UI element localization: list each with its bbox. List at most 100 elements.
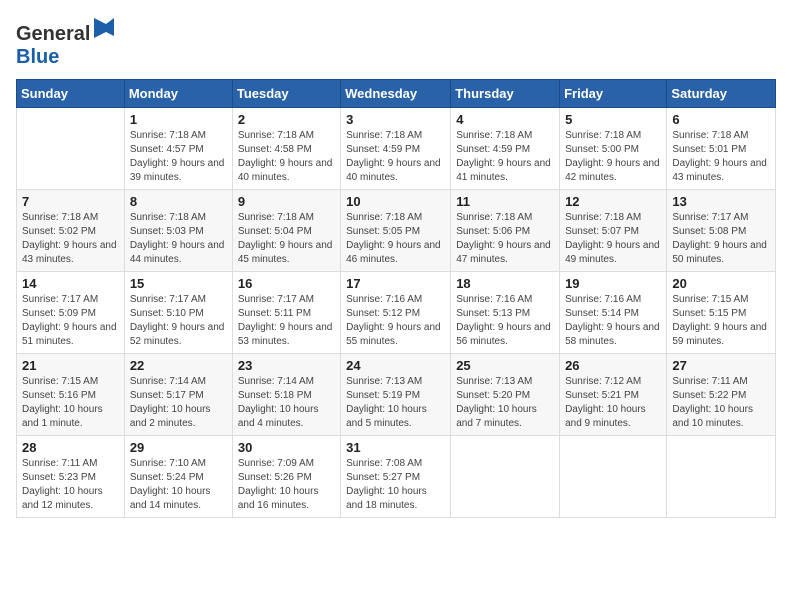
day-info: Sunrise: 7:14 AMSunset: 5:17 PMDaylight:… — [130, 375, 227, 431]
calendar-cell: 22 Sunrise: 7:14 AMSunset: 5:17 PMDayligh… — [124, 354, 232, 436]
day-info: Sunrise: 7:18 AMSunset: 5:01 PMDaylight:… — [672, 129, 770, 185]
day-info: Sunrise: 7:17 AMSunset: 5:11 PMDaylight:… — [238, 293, 335, 349]
day-info: Sunrise: 7:12 AMSunset: 5:21 PMDaylight:… — [565, 375, 661, 431]
calendar-cell: 10 Sunrise: 7:18 AMSunset: 5:05 PMDayligh… — [341, 190, 451, 272]
day-number: 15 — [130, 276, 227, 291]
day-info: Sunrise: 7:18 AMSunset: 4:58 PMDaylight:… — [238, 129, 335, 185]
day-info: Sunrise: 7:14 AMSunset: 5:18 PMDaylight:… — [238, 375, 335, 431]
col-header-thursday: Thursday — [451, 80, 560, 108]
logo-flag-icon — [92, 16, 116, 40]
calendar-cell: 21 Sunrise: 7:15 AMSunset: 5:16 PMDayligh… — [17, 354, 125, 436]
day-number: 13 — [672, 194, 770, 209]
calendar-cell: 9 Sunrise: 7:18 AMSunset: 5:04 PMDaylight… — [232, 190, 340, 272]
calendar-cell: 17Sunrise: 7:16 AMSunset: 5:12 PMDayligh… — [341, 272, 451, 354]
calendar-cell — [17, 108, 125, 190]
day-number: 16 — [238, 276, 335, 291]
calendar-cell: 30Sunrise: 7:09 AMSunset: 5:26 PMDayligh… — [232, 436, 340, 518]
calendar-week-row: 21 Sunrise: 7:15 AMSunset: 5:16 PMDayligh… — [17, 354, 776, 436]
calendar-cell — [451, 436, 560, 518]
calendar-cell: 19 Sunrise: 7:16 AMSunset: 5:14 PMDayligh… — [560, 272, 667, 354]
calendar-cell: 6 Sunrise: 7:18 AMSunset: 5:01 PMDaylight… — [667, 108, 776, 190]
day-number: 14 — [22, 276, 119, 291]
calendar-cell: 16 Sunrise: 7:17 AMSunset: 5:11 PMDayligh… — [232, 272, 340, 354]
calendar-cell: 26 Sunrise: 7:12 AMSunset: 5:21 PMDayligh… — [560, 354, 667, 436]
calendar-cell: 28Sunrise: 7:11 AMSunset: 5:23 PMDayligh… — [17, 436, 125, 518]
day-number: 17 — [346, 276, 445, 291]
day-info: Sunrise: 7:16 AMSunset: 5:14 PMDaylight:… — [565, 293, 661, 349]
day-info: Sunrise: 7:17 AMSunset: 5:10 PMDaylight:… — [130, 293, 227, 349]
day-number: 7 — [22, 194, 119, 209]
calendar-cell: 18 Sunrise: 7:16 AMSunset: 5:13 PMDayligh… — [451, 272, 560, 354]
col-header-wednesday: Wednesday — [341, 80, 451, 108]
day-number: 11 — [456, 194, 554, 209]
calendar-cell: 24 Sunrise: 7:13 AMSunset: 5:19 PMDayligh… — [341, 354, 451, 436]
day-info: Sunrise: 7:18 AMSunset: 5:07 PMDaylight:… — [565, 211, 661, 267]
day-number: 2 — [238, 112, 335, 127]
day-info: Sunrise: 7:17 AMSunset: 5:08 PMDaylight:… — [672, 211, 770, 267]
day-info: Sunrise: 7:18 AMSunset: 5:04 PMDaylight:… — [238, 211, 335, 267]
day-info: Sunrise: 7:18 AMSunset: 5:03 PMDaylight:… — [130, 211, 227, 267]
day-info: Sunrise: 7:08 AMSunset: 5:27 PMDaylight:… — [346, 457, 445, 513]
col-header-sunday: Sunday — [17, 80, 125, 108]
day-number: 26 — [565, 358, 661, 373]
day-number: 27 — [672, 358, 770, 373]
logo-blue: Blue — [16, 46, 59, 68]
day-info: Sunrise: 7:18 AMSunset: 5:02 PMDaylight:… — [22, 211, 119, 267]
calendar-header-row: SundayMondayTuesdayWednesdayThursdayFrid… — [17, 80, 776, 108]
day-number: 8 — [130, 194, 227, 209]
calendar-cell: 25Sunrise: 7:13 AMSunset: 5:20 PMDayligh… — [451, 354, 560, 436]
day-info: Sunrise: 7:18 AMSunset: 4:59 PMDaylight:… — [456, 129, 554, 185]
calendar-cell: 11 Sunrise: 7:18 AMSunset: 5:06 PMDayligh… — [451, 190, 560, 272]
calendar-cell: 8 Sunrise: 7:18 AMSunset: 5:03 PMDaylight… — [124, 190, 232, 272]
day-info: Sunrise: 7:15 AMSunset: 5:16 PMDaylight:… — [22, 375, 119, 431]
day-info: Sunrise: 7:18 AMSunset: 4:57 PMDaylight:… — [130, 129, 227, 185]
day-number: 20 — [672, 276, 770, 291]
calendar-cell: 20 Sunrise: 7:15 AMSunset: 5:15 PMDayligh… — [667, 272, 776, 354]
day-info: Sunrise: 7:17 AMSunset: 5:09 PMDaylight:… — [22, 293, 119, 349]
calendar-cell: 23 Sunrise: 7:14 AMSunset: 5:18 PMDayligh… — [232, 354, 340, 436]
calendar-cell: 1 Sunrise: 7:18 AMSunset: 4:57 PMDaylight… — [124, 108, 232, 190]
calendar-week-row: 7 Sunrise: 7:18 AMSunset: 5:02 PMDaylight… — [17, 190, 776, 272]
col-header-friday: Friday — [560, 80, 667, 108]
day-number: 3 — [346, 112, 445, 127]
day-number: 19 — [565, 276, 661, 291]
page-header: General Blue — [16, 16, 776, 69]
calendar-cell — [560, 436, 667, 518]
calendar-cell: 12Sunrise: 7:18 AMSunset: 5:07 PMDayligh… — [560, 190, 667, 272]
day-number: 23 — [238, 358, 335, 373]
day-info: Sunrise: 7:11 AMSunset: 5:23 PMDaylight:… — [22, 457, 119, 513]
day-info: Sunrise: 7:18 AMSunset: 5:05 PMDaylight:… — [346, 211, 445, 267]
col-header-tuesday: Tuesday — [232, 80, 340, 108]
day-number: 10 — [346, 194, 445, 209]
day-number: 9 — [238, 194, 335, 209]
day-number: 6 — [672, 112, 770, 127]
logo: General Blue — [16, 16, 116, 69]
day-number: 18 — [456, 276, 554, 291]
day-number: 21 — [22, 358, 119, 373]
day-info: Sunrise: 7:15 AMSunset: 5:15 PMDaylight:… — [672, 293, 770, 349]
day-number: 22 — [130, 358, 227, 373]
calendar-cell: 14 Sunrise: 7:17 AMSunset: 5:09 PMDayligh… — [17, 272, 125, 354]
calendar-cell: 27Sunrise: 7:11 AMSunset: 5:22 PMDayligh… — [667, 354, 776, 436]
day-number: 4 — [456, 112, 554, 127]
day-info: Sunrise: 7:16 AMSunset: 5:13 PMDaylight:… — [456, 293, 554, 349]
day-number: 5 — [565, 112, 661, 127]
day-number: 29 — [130, 440, 227, 455]
calendar-cell: 3 Sunrise: 7:18 AMSunset: 4:59 PMDaylight… — [341, 108, 451, 190]
day-number: 1 — [130, 112, 227, 127]
calendar-table: SundayMondayTuesdayWednesdayThursdayFrid… — [16, 79, 776, 518]
calendar-cell: 15 Sunrise: 7:17 AMSunset: 5:10 PMDayligh… — [124, 272, 232, 354]
day-info: Sunrise: 7:13 AMSunset: 5:19 PMDaylight:… — [346, 375, 445, 431]
day-info: Sunrise: 7:13 AMSunset: 5:20 PMDaylight:… — [456, 375, 554, 431]
day-number: 24 — [346, 358, 445, 373]
logo-text: General Blue — [16, 16, 116, 69]
calendar-cell: 29Sunrise: 7:10 AMSunset: 5:24 PMDayligh… — [124, 436, 232, 518]
day-info: Sunrise: 7:18 AMSunset: 4:59 PMDaylight:… — [346, 129, 445, 185]
day-info: Sunrise: 7:18 AMSunset: 5:06 PMDaylight:… — [456, 211, 554, 267]
col-header-monday: Monday — [124, 80, 232, 108]
calendar-cell: 31Sunrise: 7:08 AMSunset: 5:27 PMDayligh… — [341, 436, 451, 518]
logo-general: General — [16, 23, 90, 45]
calendar-cell: 7 Sunrise: 7:18 AMSunset: 5:02 PMDaylight… — [17, 190, 125, 272]
calendar-cell: 2 Sunrise: 7:18 AMSunset: 4:58 PMDaylight… — [232, 108, 340, 190]
calendar-week-row: 1 Sunrise: 7:18 AMSunset: 4:57 PMDaylight… — [17, 108, 776, 190]
